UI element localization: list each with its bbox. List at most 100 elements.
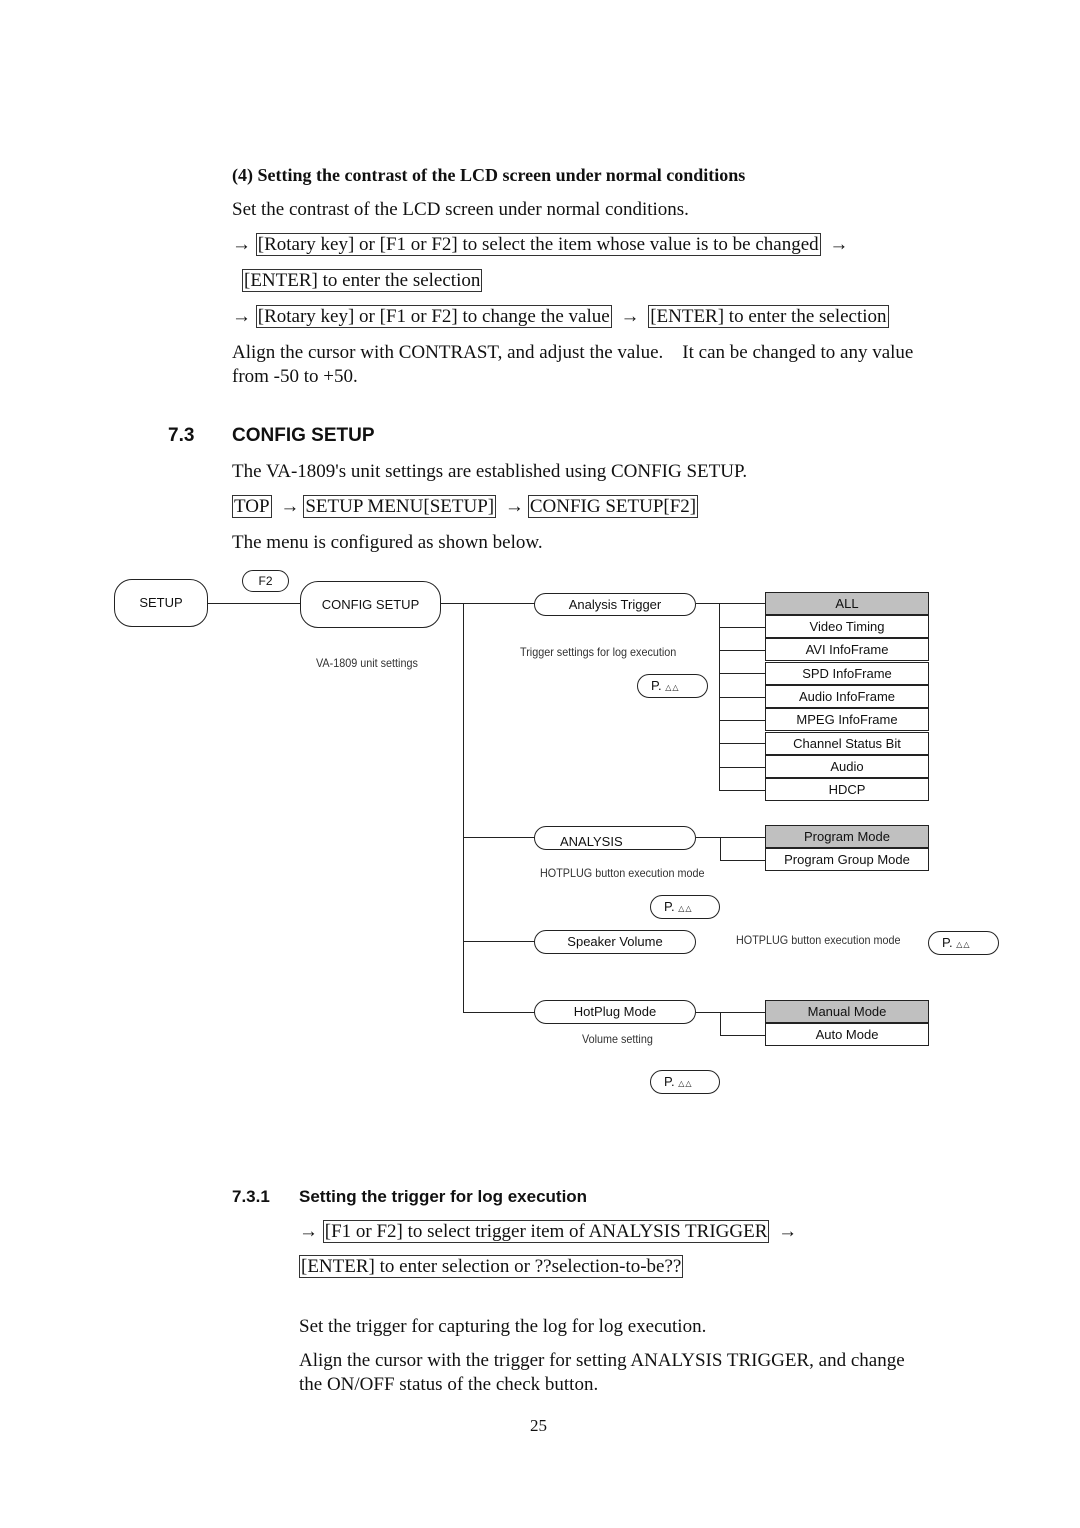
connector [719, 673, 765, 674]
connector [207, 603, 301, 604]
arrow-icon: → [504, 496, 524, 517]
analysis-label: ANALYSIS [560, 834, 623, 849]
option-cell: Program Mode [765, 825, 929, 848]
triangle-icon: △△ [678, 904, 693, 913]
speaker-volume-note: HOTPLUG button execution mode [736, 933, 901, 947]
option-cell: Audio [765, 755, 929, 778]
triangle-icon: △△ [956, 940, 971, 949]
option-cell: ALL [765, 592, 929, 615]
option-cell: SPD InfoFrame [765, 662, 929, 685]
trigger-step-line: → [F1 or F2] to select trigger item of A… [299, 1220, 801, 1243]
section-7-3-title: CONFIG SETUP [232, 425, 375, 446]
config-setup-note: VA-1809 unit settings [316, 656, 418, 670]
arrow-icon: → [280, 496, 300, 517]
connector [696, 1012, 765, 1013]
analysis-node: ANALYSIS [534, 826, 696, 850]
connector [720, 1035, 765, 1036]
page-ref: P. △△ [928, 931, 999, 955]
f2-key-node: F2 [242, 570, 289, 592]
speaker-volume-node: Speaker Volume [534, 930, 696, 954]
connector [463, 837, 535, 838]
page-ref: P. △△ [637, 674, 708, 698]
trigger-enter-line: [ENTER] to enter selection or ??selectio… [299, 1255, 684, 1278]
hotplug-mode-note: Volume setting [582, 1032, 653, 1046]
connector [463, 1012, 535, 1013]
page-number: 25 [530, 1416, 547, 1435]
setup-label: SETUP [139, 595, 183, 610]
connector [719, 767, 765, 768]
section-4-heading: (4) Setting the contrast of the LCD scre… [232, 165, 746, 185]
page-ref: P. △△ [650, 895, 720, 919]
step-2-line: → [Rotary key] or [F1 or F2] to change t… [232, 305, 889, 328]
section-4-desc-line-1: Align the cursor with CONTRAST, and adju… [232, 342, 914, 363]
step-1-line: → [Rotary key] or [F1 or F2] to select t… [232, 233, 852, 256]
page-ref-label: P. [942, 935, 953, 950]
analysis-trigger-label: Analysis Trigger [568, 597, 662, 612]
step-2-box: [Rotary key] or [F1 or F2] to change the… [255, 305, 612, 328]
connector [719, 743, 765, 744]
trigger-para-1: Set the trigger for capturing the log fo… [299, 1316, 707, 1337]
option-cell: Auto Mode [765, 1023, 929, 1046]
option-cell: Audio InfoFrame [765, 685, 929, 708]
hotplug-mode-node: HotPlug Mode [534, 1000, 696, 1024]
connector [720, 837, 721, 860]
step-1-box: [Rotary key] or [F1 or F2] to select the… [255, 233, 821, 256]
trigger-enter-box: [ENTER] to enter selection or ??selectio… [299, 1255, 684, 1278]
connector [696, 837, 765, 838]
section-7-3-number: 7.3 [168, 425, 195, 446]
page-ref: P. △△ [650, 1070, 720, 1094]
connector [463, 941, 535, 942]
nav-path-item: CONFIG SETUP[F2] [527, 495, 699, 518]
page-ref-label: P. [664, 899, 675, 914]
connector [719, 650, 765, 651]
step-2-enter-box: [ENTER] to enter the selection [648, 305, 889, 328]
trigger-para-2-line-1: Align the cursor with the trigger for se… [299, 1350, 905, 1371]
analysis-note: HOTPLUG button execution mode [540, 866, 705, 880]
triangle-icon: △△ [678, 1079, 693, 1088]
step-1-enter-box: [ENTER] to enter the selection [242, 269, 483, 292]
nav-path: TOP → SETUP MENU[SETUP] → CONFIG SETUP[F2] [232, 495, 699, 518]
page-ref-label: P. [651, 678, 662, 693]
connector [463, 603, 464, 1013]
trigger-step-box: [F1 or F2] to select trigger item of ANA… [322, 1220, 770, 1243]
setup-node: SETUP [114, 579, 208, 627]
nav-path-item: TOP [232, 495, 272, 518]
connector [720, 860, 765, 861]
option-cell: Manual Mode [765, 1000, 929, 1023]
section-4-desc-line-2: from -50 to +50. [232, 366, 358, 387]
arrow-icon: → [232, 306, 251, 327]
trigger-para-2-line-2: the ON/OFF status of the check button. [299, 1374, 599, 1395]
connector [719, 790, 765, 791]
connector [719, 627, 765, 628]
section-7-3-1-number: 7.3.1 [232, 1187, 270, 1206]
arrow-icon: → [232, 234, 251, 255]
option-cell: HDCP [765, 778, 929, 801]
arrow-icon: → [829, 234, 849, 255]
option-cell: Program Group Mode [765, 848, 929, 871]
section-4-intro: Set the contrast of the LCD screen under… [232, 199, 689, 220]
option-cell: MPEG InfoFrame [765, 708, 929, 731]
triangle-icon: △△ [665, 683, 680, 692]
arrow-icon: → [620, 306, 640, 327]
menu-note: The menu is configured as shown below. [232, 532, 543, 553]
nav-path-item: SETUP MENU[SETUP] [303, 495, 497, 518]
analysis-trigger-node: Analysis Trigger [534, 593, 696, 616]
speaker-volume-label: Speaker Volume [567, 934, 663, 949]
config-setup-node: CONFIG SETUP [300, 581, 441, 628]
arrow-icon: → [299, 1221, 318, 1242]
f2-key-label: F2 [258, 574, 273, 588]
option-cell: Channel Status Bit [765, 732, 929, 755]
section-7-3-1-title: Setting the trigger for log execution [299, 1187, 588, 1206]
page-ref-label: P. [664, 1074, 675, 1089]
step-1-enter-line: [ENTER] to enter the selection [242, 269, 483, 292]
connector [719, 720, 765, 721]
config-setup-label: CONFIG SETUP [321, 597, 420, 612]
connector [720, 1012, 721, 1035]
option-cell: Video Timing [765, 615, 929, 638]
section-7-3-intro: The VA-1809's unit settings are establis… [232, 461, 748, 482]
analysis-trigger-note: Trigger settings for log execution [520, 645, 677, 659]
option-cell: AVI InfoFrame [765, 638, 929, 661]
connector [440, 603, 535, 604]
arrow-icon: → [778, 1221, 798, 1242]
hotplug-mode-label: HotPlug Mode [573, 1004, 657, 1019]
